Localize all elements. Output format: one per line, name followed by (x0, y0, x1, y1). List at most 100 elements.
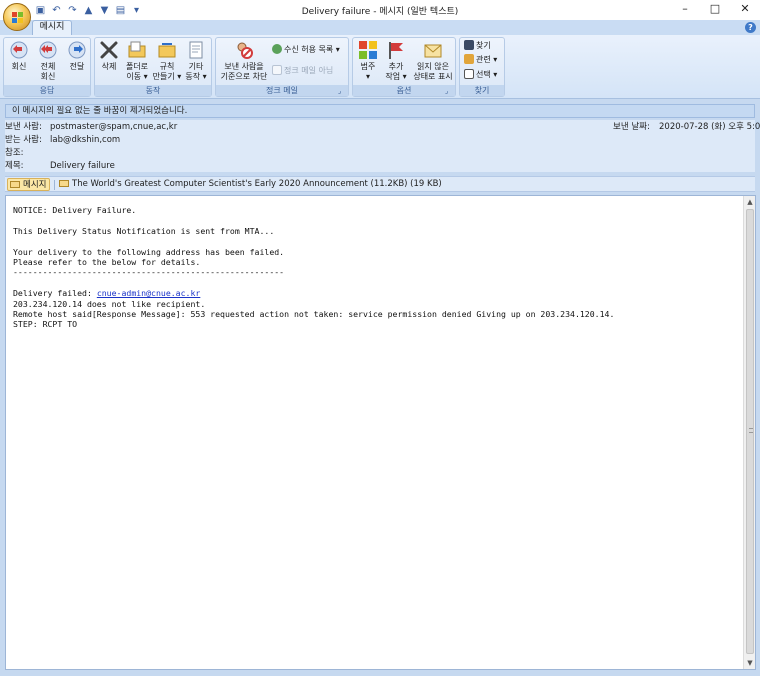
delete-label: 삭제 (101, 62, 117, 71)
info-bar[interactable]: 이 메시지의 필요 없는 줄 바꿈이 제거되었습니다. (5, 104, 755, 118)
to-value[interactable]: lab@dkshin,com (50, 134, 120, 146)
select-label: 선택 ▾ (476, 70, 498, 79)
other-actions-button[interactable]: 기타 동작 ▾ (182, 40, 210, 82)
ribbon-tab-row: 메시지 ? (0, 20, 760, 35)
message-tab[interactable]: 메시지 (7, 178, 51, 191)
attachment-item[interactable]: The World's Greatest Computer Scientist'… (57, 178, 445, 191)
help-icon[interactable]: ? (745, 22, 756, 33)
categorize-label-2: ▾ (365, 72, 370, 81)
not-junk-button[interactable]: 정크 메일 아님 (272, 65, 333, 77)
find-button[interactable]: 찾기 (464, 40, 491, 52)
cc-label: 참조: (5, 148, 24, 158)
title-bar: ▣ ↶ ↷ ▲ ▼ ▤ ▾ Delivery failure - 메시지 (일반… (0, 0, 760, 20)
attachment-label: The World's Greatest Computer Scientist'… (72, 179, 442, 189)
block-label-2: 기준으로 차단 (220, 72, 268, 81)
group-actions-name: 동작 (95, 85, 211, 96)
forward-icon (68, 41, 86, 59)
from-label: 보낸 사람: (5, 122, 42, 132)
junk-dialog-launcher-icon[interactable]: ⌟ (338, 87, 346, 95)
safe-list-icon (272, 44, 282, 54)
failed-address-link[interactable]: cnue-admin@cnue.ac.kr (97, 288, 201, 298)
maximize-button[interactable]: □ (700, 0, 730, 20)
unread-envelope-icon (424, 44, 442, 58)
forward-label: 전달 (69, 62, 85, 71)
tab-message[interactable]: 메시지 (32, 20, 72, 35)
rules-label-2: 만들기 ▾ (152, 72, 182, 81)
ribbon: 회신 전체 회신 전달 응답 삭제 폴더로 이동 ▾ 규칙 만들기 ▾ 기타 동… (0, 35, 760, 99)
scroll-up-icon[interactable]: ▲ (745, 197, 755, 207)
group-respond-name: 응답 (4, 85, 90, 96)
not-junk-icon (272, 65, 282, 75)
not-junk-label: 정크 메일 아님 (284, 66, 334, 75)
move-label-2: 이동 ▾ (126, 72, 148, 81)
related-icon (464, 54, 474, 64)
group-find: 찾기 관련 ▾ 선택 ▾ 찾기 (459, 37, 505, 97)
scroll-thumb[interactable] (746, 209, 754, 654)
related-button[interactable]: 관련 ▾ (464, 54, 497, 66)
attachment-separator (54, 180, 55, 190)
move-to-folder-button[interactable]: 폴더로 이동 ▾ (122, 40, 152, 82)
delete-button[interactable]: 삭제 (98, 40, 120, 72)
envelope-icon (10, 181, 20, 188)
group-respond: 회신 전체 회신 전달 응답 (3, 37, 91, 97)
other-label-1: 기타 (188, 62, 204, 71)
group-options-name: 옵션 (353, 85, 455, 96)
group-find-name: 찾기 (460, 85, 504, 96)
group-junk-name: 정크 메일 (216, 85, 348, 96)
group-actions: 삭제 폴더로 이동 ▾ 규칙 만들기 ▾ 기타 동작 ▾ 동작 (94, 37, 212, 97)
safe-list-button[interactable]: 수신 허용 목록 ▾ (272, 44, 340, 56)
follow-up-label-2: 작업 ▾ (385, 72, 407, 81)
follow-up-button[interactable]: 추가 작업 ▾ (382, 40, 410, 82)
categorize-icon (359, 41, 377, 59)
scroll-down-icon[interactable]: ▼ (745, 658, 755, 668)
attached-message-icon (59, 180, 69, 187)
find-label: 찾기 (476, 41, 491, 50)
block-sender-icon (237, 42, 253, 59)
message-body[interactable]: NOTICE: Delivery Failure. This Delivery … (5, 195, 756, 670)
message-header: 보낸 사람: postmaster@spam,cnue,ac,kr 보낸 날짜:… (5, 120, 760, 172)
attachment-bar: 메시지 The World's Greatest Computer Scient… (5, 176, 755, 192)
forward-button[interactable]: 전달 (65, 40, 89, 72)
message-tab-label: 메시지 (23, 180, 47, 190)
folder-move-icon (128, 41, 146, 58)
body-line: ----------------------------------------… (13, 267, 285, 278)
to-label: 받는 사람: (5, 135, 42, 145)
body-line: STEP: RCPT TO (13, 319, 78, 330)
other-label-2: 동작 ▾ (185, 72, 207, 81)
select-button[interactable]: 선택 ▾ (464, 69, 497, 81)
reply-button[interactable]: 회신 (7, 40, 31, 72)
from-row: 보낸 사람: postmaster@spam,cnue,ac,kr 보낸 날짜:… (5, 121, 760, 133)
subject-value: Delivery failure (50, 161, 115, 171)
unread-label-1: 읽지 않은 (417, 62, 449, 71)
body-line: Remote host said[Response Message]: 553 … (13, 309, 615, 320)
vertical-scrollbar[interactable]: ▲ ▼ (743, 196, 755, 669)
reply-icon (10, 41, 28, 59)
body-line: Your delivery to the following address h… (13, 246, 285, 257)
categorize-button[interactable]: 범주 ▾ (356, 40, 380, 82)
body-line: Please refer to the below for details. (13, 257, 201, 268)
group-options: 범주 ▾ 추가 작업 ▾ 읽지 않은 상태로 표시 옵션 ⌟ (352, 37, 456, 97)
reply-all-icon (39, 41, 57, 59)
rules-label-1: 규칙 (159, 62, 175, 71)
create-rule-button[interactable]: 규칙 만들기 ▾ (152, 40, 182, 82)
close-button[interactable]: ✕ (730, 0, 760, 20)
options-dialog-launcher-icon[interactable]: ⌟ (445, 87, 453, 95)
mark-unread-button[interactable]: 읽지 않은 상태로 표시 (411, 40, 455, 82)
office-button[interactable] (3, 3, 31, 31)
reply-all-button[interactable]: 전체 회신 (36, 40, 60, 82)
message-body-text[interactable]: NOTICE: Delivery Failure. This Delivery … (13, 205, 733, 330)
reply-all-label-2: 회신 (40, 72, 56, 81)
reply-all-label-1: 전체 (40, 62, 56, 71)
body-line: This Delivery Status Notification is sen… (13, 225, 275, 236)
block-sender-button[interactable]: 보낸 사람을 기준으로 차단 (218, 40, 270, 82)
sent-value: 2020-07-28 (화) 오후 5:05 (659, 122, 760, 132)
from-value[interactable]: postmaster@spam,cnue,ac,kr (50, 121, 177, 133)
subject-label: 제목: (5, 161, 24, 171)
body-line: NOTICE: Delivery Failure. (13, 205, 137, 215)
delete-icon (100, 41, 118, 59)
minimize-button[interactable]: – (670, 0, 700, 20)
reply-label: 회신 (11, 62, 27, 71)
binoculars-icon (464, 40, 474, 50)
group-junk: 보낸 사람을 기준으로 차단 수신 허용 목록 ▾ 정크 메일 아님 정크 메일… (215, 37, 349, 97)
block-label-1: 보낸 사람을 (224, 62, 264, 71)
